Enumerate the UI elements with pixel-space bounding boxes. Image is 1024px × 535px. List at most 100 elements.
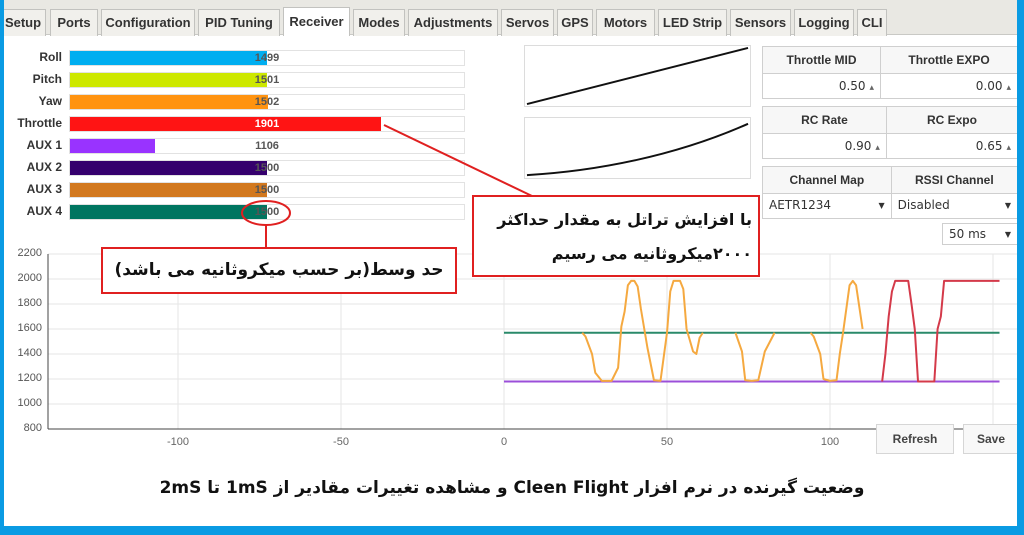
rc-rate-curve-line [526, 122, 749, 177]
channel-label: Yaw [38, 94, 62, 108]
rssi-channel-select[interactable]: Disabled ▼ [890, 193, 1017, 219]
channel-value: 1500 [254, 206, 280, 218]
channel-row: AUX 4 1500 [4, 201, 469, 221]
dropdown-arrow-icon: ▼ [878, 201, 885, 210]
tab-adjustments[interactable]: Adjustments [408, 9, 498, 36]
series-line-yaw-2 [734, 332, 776, 382]
channel-map-label: Channel Map [762, 166, 892, 194]
channel-map-value: AETR1234 [769, 198, 831, 212]
spinner-icon[interactable]: ▴ [1006, 143, 1011, 153]
rssi-channel-value: Disabled [897, 198, 950, 212]
channel-row: AUX 1 1106 [4, 135, 469, 155]
y-tick-label: 2200 [17, 247, 42, 259]
channel-label: Pitch [32, 72, 62, 86]
throttle-callout-line-2: ۲۰۰۰میکروثانیه می رسیم [551, 244, 752, 263]
midpoint-callout: حد وسط(بر حسب میکروثانیه می باشد) [101, 247, 457, 294]
tab-logging[interactable]: Logging [794, 9, 854, 36]
throttle-callout-line-1: با افزایش تراتل به مقدار حداکثر [497, 210, 752, 229]
channel-map-select[interactable]: AETR1234 ▼ [762, 193, 892, 219]
throttle-expo-label: Throttle EXPO [880, 46, 1017, 74]
spinner-icon[interactable]: ▴ [870, 83, 875, 93]
throttle-expo-value: 0.00 [975, 79, 1003, 93]
channel-label: AUX 2 [26, 160, 62, 174]
y-tick-label: 1200 [17, 372, 42, 384]
channel-label: AUX 1 [26, 138, 62, 152]
channel-row: AUX 3 1500 [4, 179, 469, 199]
spinner-icon[interactable]: ▴ [1006, 83, 1011, 93]
rc-expo-label: RC Expo [885, 106, 1017, 134]
dropdown-arrow-icon: ▼ [1004, 229, 1011, 239]
throttle-curve [524, 45, 751, 107]
rc-expo-value: 0.65 [975, 139, 1003, 153]
tab-modes[interactable]: Modes [353, 9, 405, 36]
y-tick-label: 800 [23, 422, 42, 434]
y-tick-label: 1400 [17, 347, 42, 359]
tab-configuration[interactable]: Configuration [101, 9, 195, 36]
series-line-throttle [881, 279, 1000, 383]
channel-bar-track: 1499 [69, 50, 465, 66]
dropdown-arrow-icon: ▼ [1004, 201, 1011, 210]
y-tick-label: 1600 [17, 322, 42, 334]
channel-bar-track: 1502 [69, 94, 465, 110]
channel-bar-track: 1901 [69, 116, 465, 132]
tab-ports[interactable]: Ports [50, 9, 98, 36]
series-line-yaw-3 [809, 279, 864, 382]
channel-label: AUX 3 [26, 182, 62, 196]
channel-row: AUX 2 1500 [4, 157, 469, 177]
rc-rate-table: RC Rate RC Expo 0.90 ▴ 0.65 ▴ [762, 106, 1017, 159]
update-rate-value: 50 ms [949, 227, 987, 241]
save-button[interactable]: Save [963, 424, 1017, 454]
x-tick-label: -50 [333, 436, 349, 448]
throttle-callout: با افزایش تراتل به مقدار حداکثر ۲۰۰۰میکر… [472, 195, 760, 277]
channel-value: 1500 [254, 184, 280, 196]
rc-rate-input[interactable]: 0.90 ▴ [762, 133, 887, 159]
channel-label: Roll [39, 50, 62, 64]
app-window: Setup Ports Configuration PID Tuning Rec… [4, 0, 1017, 458]
channel-row: Pitch 1501 [4, 69, 469, 89]
spinner-icon[interactable]: ▴ [875, 143, 880, 153]
rc-rate-value: 0.90 [844, 139, 872, 153]
tab-receiver[interactable]: Receiver [283, 7, 350, 36]
y-tick-label: 1800 [17, 297, 42, 309]
channel-bar-track: 1106 [69, 138, 465, 154]
throttle-mid-value: 0.50 [838, 79, 866, 93]
throttle-mid-label: Throttle MID [761, 46, 882, 74]
channel-value: 1499 [254, 52, 280, 64]
rc-rate-curve [524, 117, 751, 179]
channel-value: 1502 [254, 96, 280, 108]
tab-sensors[interactable]: Sensors [730, 9, 791, 36]
channel-bar-track: 1501 [69, 72, 465, 88]
channel-label: AUX 4 [26, 204, 62, 218]
y-tick-label: 1000 [17, 397, 42, 409]
channel-value: 1500 [254, 162, 280, 174]
tab-gps[interactable]: GPS [557, 9, 593, 36]
x-tick-label: 0 [500, 436, 508, 448]
y-tick-label: 2000 [17, 272, 42, 284]
rc-expo-input[interactable]: 0.65 ▴ [885, 133, 1017, 159]
channel-config-table: Channel Map RSSI Channel AETR1234 ▼ Disab… [762, 166, 1017, 219]
rc-rate-label: RC Rate [762, 106, 887, 134]
channel-value: 1501 [254, 74, 280, 86]
throttle-expo-input[interactable]: 0.00 ▴ [880, 73, 1017, 99]
tab-setup[interactable]: Setup [4, 9, 46, 36]
channel-bar-track: 1500 [69, 182, 465, 198]
channel-value: 1106 [255, 140, 279, 152]
tab-motors[interactable]: Motors [596, 9, 655, 36]
tab-servos[interactable]: Servos [501, 9, 554, 36]
x-tick-label: -100 [166, 436, 190, 448]
update-rate-select[interactable]: 50 ms ▼ [942, 223, 1017, 245]
tab-cli[interactable]: CLI [857, 9, 887, 36]
channel-value: 1901 [254, 118, 280, 130]
figure-caption: وضعیت گیرنده در نرم افزار Cleen Flight و… [159, 478, 865, 498]
tab-pid-tuning[interactable]: PID Tuning [198, 9, 280, 36]
x-tick-label: 100 [820, 436, 840, 448]
refresh-button[interactable]: Refresh [876, 424, 954, 454]
throttle-table: Throttle MID Throttle EXPO 0.50 ▴ 0.00 ▴ [761, 46, 1017, 99]
tab-bar: Setup Ports Configuration PID Tuning Rec… [4, 0, 1017, 36]
throttle-curve-line [526, 46, 749, 106]
throttle-mid-input[interactable]: 0.50 ▴ [761, 73, 882, 99]
tab-led-strip[interactable]: LED Strip [658, 9, 727, 36]
channel-row: Roll 1499 [4, 47, 469, 67]
channel-bar-track: 1500 [69, 160, 465, 176]
rssi-channel-label: RSSI Channel [890, 166, 1017, 194]
